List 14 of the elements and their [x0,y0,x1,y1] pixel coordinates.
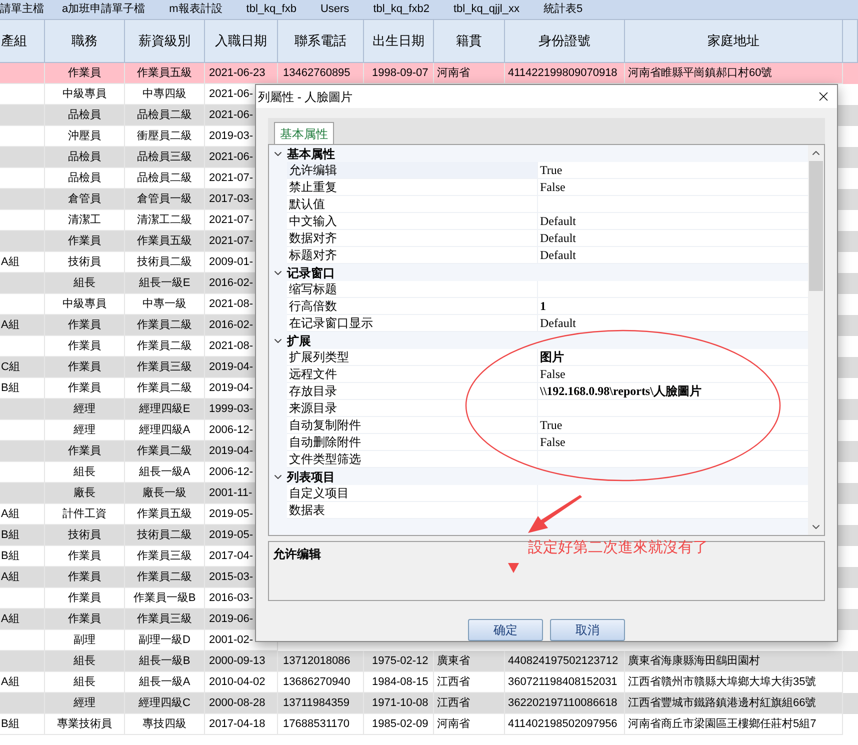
category-title: 扩展 [287,332,311,350]
table-cell: 專技四級 [125,714,205,735]
table-cell: B組 [0,714,45,735]
table-cell: 2017-04-18 [205,714,278,735]
table-cell: 河南省商丘市梁園區王樓鄉任莊村5組7 [625,714,843,735]
table-cell: 河南省 [434,714,505,735]
table-cell: 17688531170 [278,714,364,735]
table-cell: 411402198502097956 [505,714,625,735]
table-cell: 專業技術員 [45,714,125,735]
category-title: 列表项目 [287,468,335,486]
annotation-text: 設定好第二次進來就沒有了 [528,538,708,558]
table-cell: 1985-02-09 [364,714,434,735]
category-title: 基本属性 [287,146,335,162]
category-title: 记录窗口 [287,264,335,282]
